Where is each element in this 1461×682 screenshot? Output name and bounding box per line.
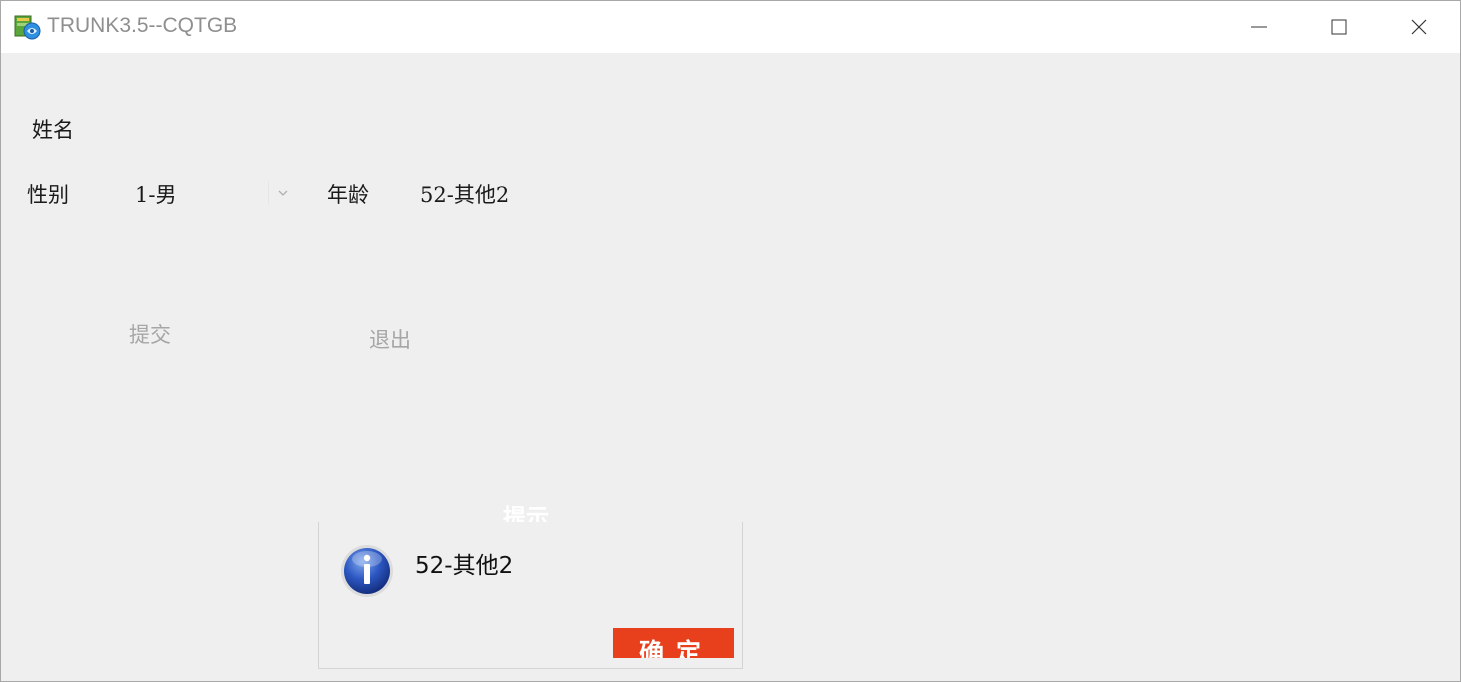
title-bar[interactable]: TRUNK3.5--CQTGB	[1, 1, 1460, 53]
combo-divider	[268, 181, 269, 205]
app-window: TRUNK3.5--CQTGB 姓名 性别 1-男 年龄 52-其他2 提交 退	[0, 0, 1461, 682]
app-icon	[14, 15, 41, 40]
chevron-down-icon[interactable]	[275, 185, 291, 201]
info-icon	[341, 545, 393, 597]
dialog-message: 52-其他2	[415, 553, 514, 579]
maximize-icon	[1331, 19, 1347, 35]
age-label: 年龄	[327, 183, 369, 207]
minimize-icon	[1251, 26, 1267, 28]
name-label: 姓名	[32, 118, 74, 142]
ok-button[interactable]: 确定	[613, 628, 734, 658]
exit-button[interactable]: 退出	[369, 324, 411, 354]
ok-button-label: 确定	[639, 638, 714, 658]
message-dialog: 52-其他2 确定	[318, 522, 743, 669]
close-button[interactable]	[1379, 1, 1459, 53]
close-icon	[1411, 19, 1427, 35]
age-value[interactable]: 52-其他2	[420, 179, 509, 209]
submit-button[interactable]: 提交	[129, 319, 171, 349]
gender-label: 性别	[27, 183, 69, 207]
minimize-button[interactable]	[1219, 1, 1299, 53]
window-title: TRUNK3.5--CQTGB	[47, 14, 238, 37]
maximize-button[interactable]	[1299, 1, 1379, 53]
gender-select-value: 1-男	[135, 183, 177, 207]
gender-select[interactable]: 1-男	[123, 173, 295, 213]
